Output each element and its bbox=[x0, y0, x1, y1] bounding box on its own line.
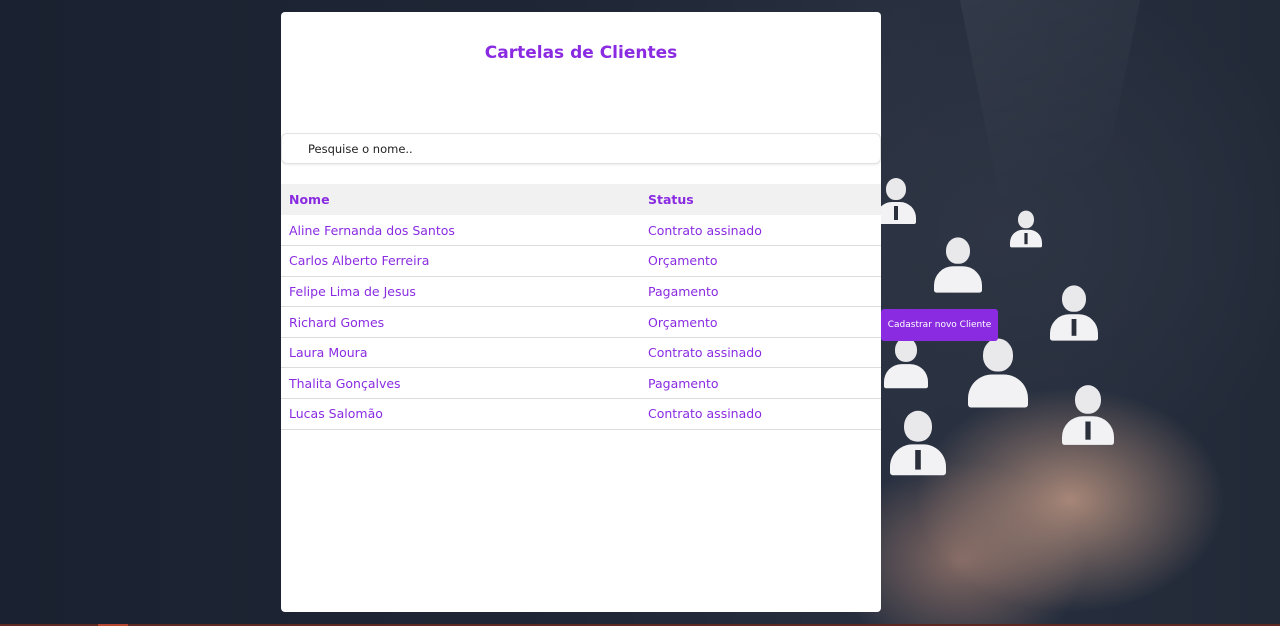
person-icon bbox=[1010, 210, 1042, 248]
person-icon bbox=[1062, 385, 1114, 445]
client-name[interactable]: Aline Fernanda dos Santos bbox=[281, 215, 648, 247]
client-status: Pagamento bbox=[648, 367, 881, 400]
table-row[interactable]: Richard Gomes Orçamento bbox=[281, 306, 881, 338]
table-row[interactable]: Felipe Lima de Jesus Pagamento bbox=[281, 276, 881, 308]
client-name[interactable]: Laura Moura bbox=[281, 337, 648, 369]
client-name[interactable]: Richard Gomes bbox=[281, 306, 648, 338]
person-icon bbox=[968, 338, 1028, 408]
table-row[interactable]: Aline Fernanda dos Santos Contrato assin… bbox=[281, 215, 881, 247]
table-row[interactable]: Lucas Salomão Contrato assinado bbox=[281, 398, 881, 430]
person-icon bbox=[1050, 285, 1098, 341]
search-input[interactable] bbox=[308, 141, 880, 156]
clients-table: Nome Status Aline Fernanda dos Santos Co… bbox=[281, 184, 881, 430]
client-name[interactable]: Lucas Salomão bbox=[281, 398, 648, 430]
table-header-row: Nome Status bbox=[281, 184, 881, 215]
person-icon bbox=[934, 237, 982, 293]
table-row[interactable]: Laura Moura Contrato assinado bbox=[281, 337, 881, 369]
column-header-name[interactable]: Nome bbox=[281, 184, 648, 215]
client-status: Orçamento bbox=[648, 306, 881, 338]
client-name[interactable]: Carlos Alberto Ferreira bbox=[281, 245, 648, 277]
client-status: Contrato assinado bbox=[648, 215, 881, 247]
search-bar bbox=[281, 133, 881, 164]
table-row[interactable]: Carlos Alberto Ferreira Orçamento bbox=[281, 245, 881, 277]
column-header-status[interactable]: Status bbox=[648, 184, 881, 215]
client-status: Contrato assinado bbox=[648, 398, 881, 430]
add-client-button[interactable]: Cadastrar novo Cliente bbox=[881, 309, 998, 341]
client-status: Orçamento bbox=[648, 245, 881, 277]
page-title: Cartelas de Clientes bbox=[484, 43, 678, 63]
person-icon bbox=[876, 178, 916, 224]
person-icon bbox=[884, 337, 928, 389]
client-status: Contrato assinado bbox=[648, 337, 881, 369]
client-name[interactable]: Felipe Lima de Jesus bbox=[281, 276, 648, 308]
table-row[interactable]: Thalita Gonçalves Pagamento bbox=[281, 367, 881, 400]
client-status: Pagamento bbox=[648, 276, 881, 308]
client-name[interactable]: Thalita Gonçalves bbox=[281, 367, 648, 400]
person-icon bbox=[890, 410, 946, 476]
clients-card: Cartelas de Clientes Nome Status Aline F… bbox=[281, 12, 881, 612]
